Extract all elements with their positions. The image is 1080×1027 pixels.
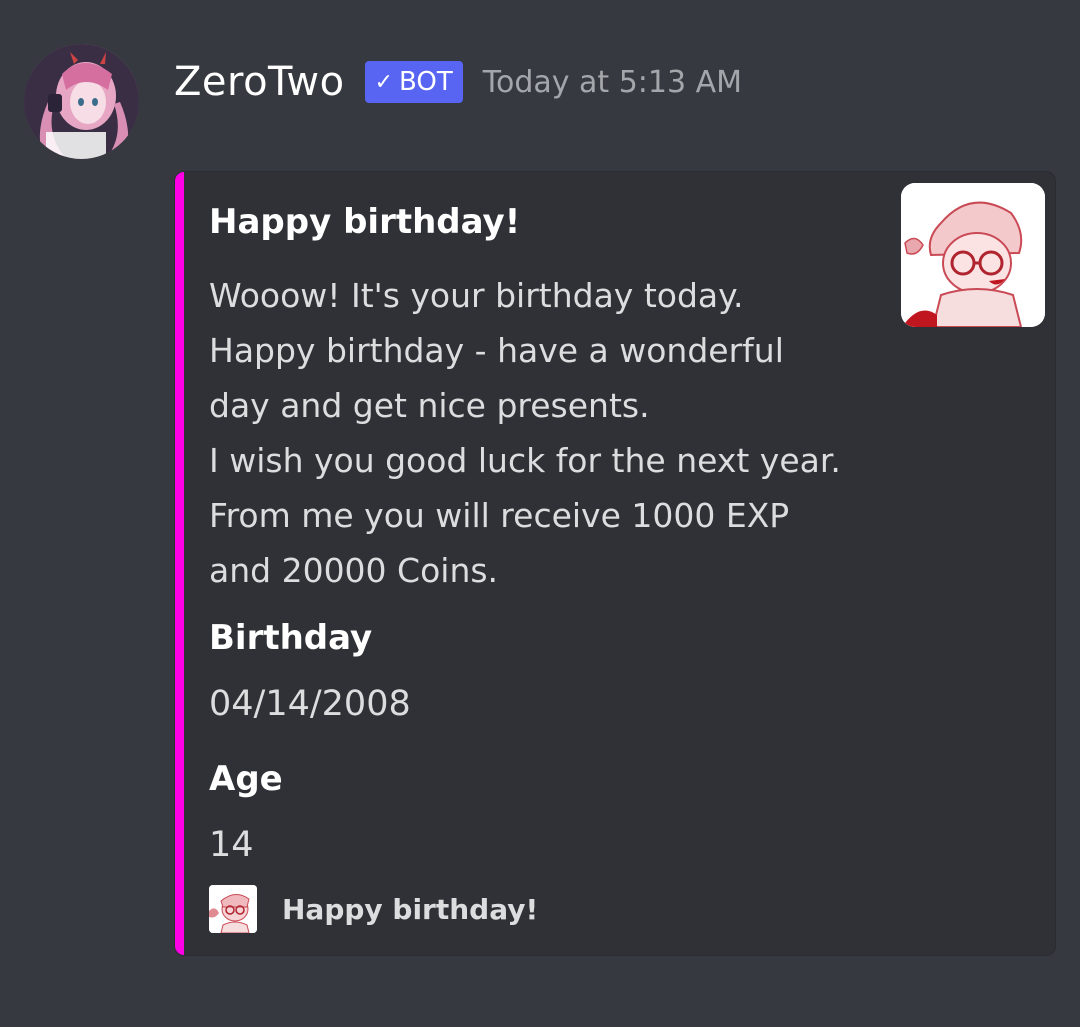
chat-message: ZeroTwo ✓ BOT Today at 5:13 AM Happy bir… xyxy=(0,0,1080,1027)
field-name-age: Age xyxy=(209,759,283,799)
bot-tag-label: BOT xyxy=(399,67,453,97)
bot-tag: ✓ BOT xyxy=(364,61,463,103)
embed-thumbnail[interactable] xyxy=(901,183,1045,327)
anime-sketch-thumbnail-icon xyxy=(901,183,1045,327)
verified-check-icon: ✓ xyxy=(374,69,393,95)
field-value-birthday: 04/14/2008 xyxy=(209,684,411,724)
description-line: day and get nice presents. xyxy=(209,386,650,425)
anime-avatar-icon xyxy=(24,44,139,159)
embed-title: Happy birthday! xyxy=(209,202,521,242)
author-avatar[interactable] xyxy=(24,44,139,159)
footer-text: Happy birthday! xyxy=(282,892,539,926)
embed-card: Happy birthday! Wooow! It's your birthda… xyxy=(174,171,1056,956)
field-name-birthday: Birthday xyxy=(209,618,373,658)
description-line: From me you will receive 1000 EXP xyxy=(209,496,790,535)
field-value-age: 14 xyxy=(209,825,254,865)
description-line: and 20000 Coins. xyxy=(209,551,499,590)
anime-sketch-icon xyxy=(209,885,257,933)
description-line: Happy birthday - have a wonderful xyxy=(209,331,784,370)
author-name[interactable]: ZeroTwo xyxy=(174,59,345,105)
embed-description: Wooow! It's your birthday today. Happy b… xyxy=(209,268,889,598)
description-line: Wooow! It's your birthday today. xyxy=(209,276,744,315)
footer-icon xyxy=(209,885,257,933)
message-header: ZeroTwo ✓ BOT Today at 5:13 AM xyxy=(174,52,742,112)
message-timestamp: Today at 5:13 AM xyxy=(482,64,743,100)
embed-footer: Happy birthday! xyxy=(209,884,538,934)
embed-accent-bar xyxy=(175,172,184,955)
description-line: I wish you good luck for the next year. xyxy=(209,441,841,480)
